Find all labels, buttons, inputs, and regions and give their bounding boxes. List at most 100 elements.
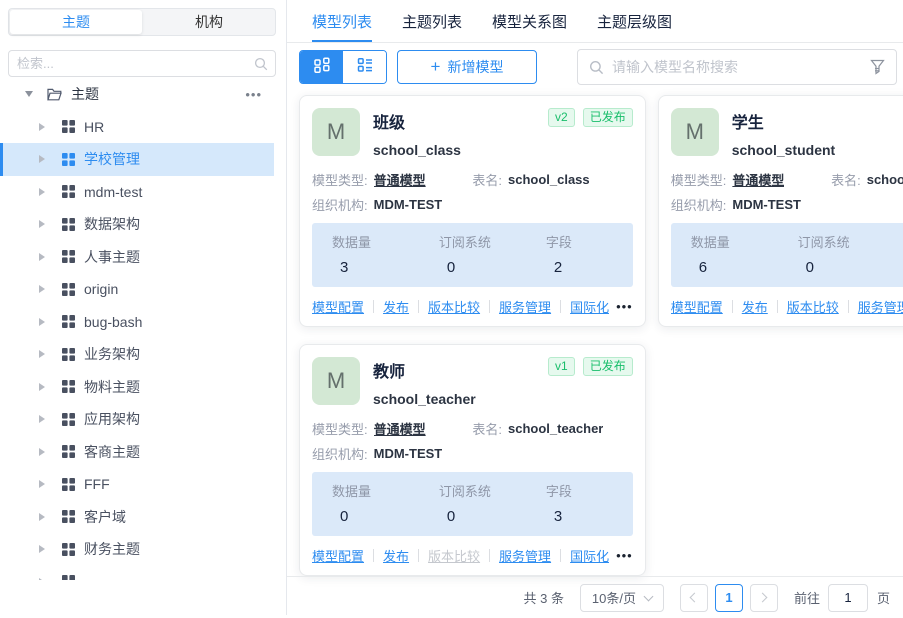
tree-item-label: mdm-test <box>84 184 142 200</box>
tree-item-customer-domain[interactable]: 客户域 <box>0 501 274 534</box>
list-view-button[interactable] <box>343 51 386 83</box>
caret-right-icon[interactable] <box>39 513 45 521</box>
i18n-link[interactable]: 国际化 <box>570 297 609 316</box>
caret-right-icon[interactable] <box>39 415 45 423</box>
tree-item-vendor-topic[interactable]: 客商主题 <box>0 436 274 469</box>
service-manage-link[interactable]: 服务管理 <box>858 297 903 316</box>
version-compare-link[interactable]: 版本比较 <box>428 297 480 316</box>
publish-link[interactable]: 发布 <box>383 546 409 565</box>
main-panel: 模型列表 主题列表 模型关系图 主题层级图 + 新增模型 <box>287 0 903 615</box>
grid-icon <box>62 250 75 263</box>
tree-item-hr[interactable]: HR <box>0 111 274 144</box>
model-config-link[interactable]: 模型配置 <box>312 546 364 565</box>
model-card: M 学生 school_student v2 已发布 模型类型: 普通模型 <box>658 95 903 327</box>
page-1-button[interactable]: 1 <box>715 584 743 612</box>
tree-item-label: bug-bash <box>84 314 142 330</box>
prev-page-button[interactable] <box>680 584 708 612</box>
tree-item-application-architecture[interactable]: 应用架构 <box>0 403 274 436</box>
model-stats: 数据量 0 订阅系统 0 字段 3 <box>312 472 633 536</box>
org-label: 组织机构: <box>312 444 368 463</box>
version-badge: v1 <box>548 357 575 376</box>
tree-item-bug-bash[interactable]: bug-bash <box>0 306 274 339</box>
model-card: M 教师 school_teacher v1 已发布 模型类型: 普通模型 <box>299 344 646 576</box>
stat-label: 数据量 <box>691 232 778 251</box>
card-view-button[interactable] <box>300 51 343 83</box>
caret-right-icon[interactable] <box>39 480 45 488</box>
caret-right-icon[interactable] <box>39 545 45 553</box>
caret-right-icon[interactable] <box>39 253 45 261</box>
grid-icon <box>62 380 75 393</box>
more-icon[interactable]: ••• <box>245 87 262 102</box>
stat-label: 数据量 <box>332 481 419 500</box>
model-search-input[interactable] <box>577 49 897 85</box>
i18n-link[interactable]: 国际化 <box>570 546 609 565</box>
tree-item-label: origin <box>84 281 118 297</box>
add-model-button[interactable]: + 新增模型 <box>397 50 537 84</box>
tree-item-finance-topic[interactable]: 财务主题 <box>0 533 274 566</box>
tree-item-label: 客户域 <box>84 507 126 527</box>
tab-model-list[interactable]: 模型列表 <box>312 0 372 42</box>
model-avatar: M <box>312 108 360 156</box>
tree-item-mdm-test[interactable]: mdm-test <box>0 176 274 209</box>
version-compare-link: 版本比较 <box>428 546 480 565</box>
caret-right-icon[interactable] <box>39 155 45 163</box>
model-config-link[interactable]: 模型配置 <box>312 297 364 316</box>
model-stats: 数据量 3 订阅系统 0 字段 2 <box>312 223 633 287</box>
caret-right-icon[interactable] <box>39 220 45 228</box>
caret-right-icon[interactable] <box>39 350 45 358</box>
caret-right-icon[interactable] <box>39 285 45 293</box>
table-name-value: school_student <box>867 172 903 187</box>
caret-right-icon[interactable] <box>39 318 45 326</box>
grid-icon <box>62 153 75 166</box>
caret-right-icon[interactable] <box>39 448 45 456</box>
chevron-down-icon <box>644 591 654 601</box>
model-title: 教师 <box>373 358 476 382</box>
publish-link[interactable]: 发布 <box>383 297 409 316</box>
next-page-button[interactable] <box>750 584 778 612</box>
main-tabs: 模型列表 主题列表 模型关系图 主题层级图 <box>287 0 903 43</box>
tab-topic-hierarchy-graph[interactable]: 主题层级图 <box>597 0 672 42</box>
status-badge: 已发布 <box>583 108 633 127</box>
caret-right-icon[interactable] <box>39 578 45 580</box>
tab-topic-list[interactable]: 主题列表 <box>402 0 462 42</box>
tree-item-label: 数据架构 <box>84 214 140 234</box>
caret-right-icon[interactable] <box>39 123 45 131</box>
table-name-value: school_class <box>508 172 590 187</box>
model-search <box>577 49 897 85</box>
stat-label: 字段 <box>546 232 633 251</box>
sidebar-search-input[interactable] <box>8 50 276 77</box>
sidebar-tab-orgs[interactable]: 机构 <box>143 9 275 35</box>
goto-page-input[interactable] <box>828 584 868 612</box>
sidebar-tab-topics[interactable]: 主题 <box>10 10 142 34</box>
publish-link[interactable]: 发布 <box>742 297 768 316</box>
table-name-value: school_teacher <box>508 421 603 436</box>
model-type-value: 普通模型 <box>374 419 426 438</box>
tree-item-partial[interactable] <box>0 566 274 581</box>
tree-item-material-topic[interactable]: 物料主题 <box>0 371 274 404</box>
sidebar-search <box>8 50 276 77</box>
tree-item-fff[interactable]: FFF <box>0 468 274 501</box>
page-size-select[interactable]: 10条/页 <box>580 584 664 612</box>
more-icon[interactable]: ••• <box>616 548 633 563</box>
tree-item-hr-topic[interactable]: 人事主题 <box>0 241 274 274</box>
more-icon[interactable]: ••• <box>616 299 633 314</box>
service-manage-link[interactable]: 服务管理 <box>499 546 551 565</box>
version-compare-link[interactable]: 版本比较 <box>787 297 839 316</box>
caret-down-icon[interactable] <box>25 91 33 97</box>
tree-item-business-architecture[interactable]: 业务架构 <box>0 338 274 371</box>
tree-root-topics[interactable]: 主题 ••• <box>0 78 274 111</box>
tree-item-origin[interactable]: origin <box>0 273 274 306</box>
model-type-value: 普通模型 <box>374 170 426 189</box>
service-manage-link[interactable]: 服务管理 <box>499 297 551 316</box>
filter-icon[interactable] <box>870 59 885 80</box>
tree-item-data-architecture[interactable]: 数据架构 <box>0 208 274 241</box>
tree-item-school-management[interactable]: 学校管理 <box>0 143 274 176</box>
model-config-link[interactable]: 模型配置 <box>671 297 723 316</box>
grid-icon <box>62 315 75 328</box>
caret-right-icon[interactable] <box>39 188 45 196</box>
tab-model-relation-graph[interactable]: 模型关系图 <box>492 0 567 42</box>
model-code: school_class <box>373 142 461 158</box>
pagination-bar: 共 3 条 10条/页 1 前往 页 <box>287 576 903 618</box>
caret-right-icon[interactable] <box>39 383 45 391</box>
stat-value: 6 <box>691 259 778 276</box>
